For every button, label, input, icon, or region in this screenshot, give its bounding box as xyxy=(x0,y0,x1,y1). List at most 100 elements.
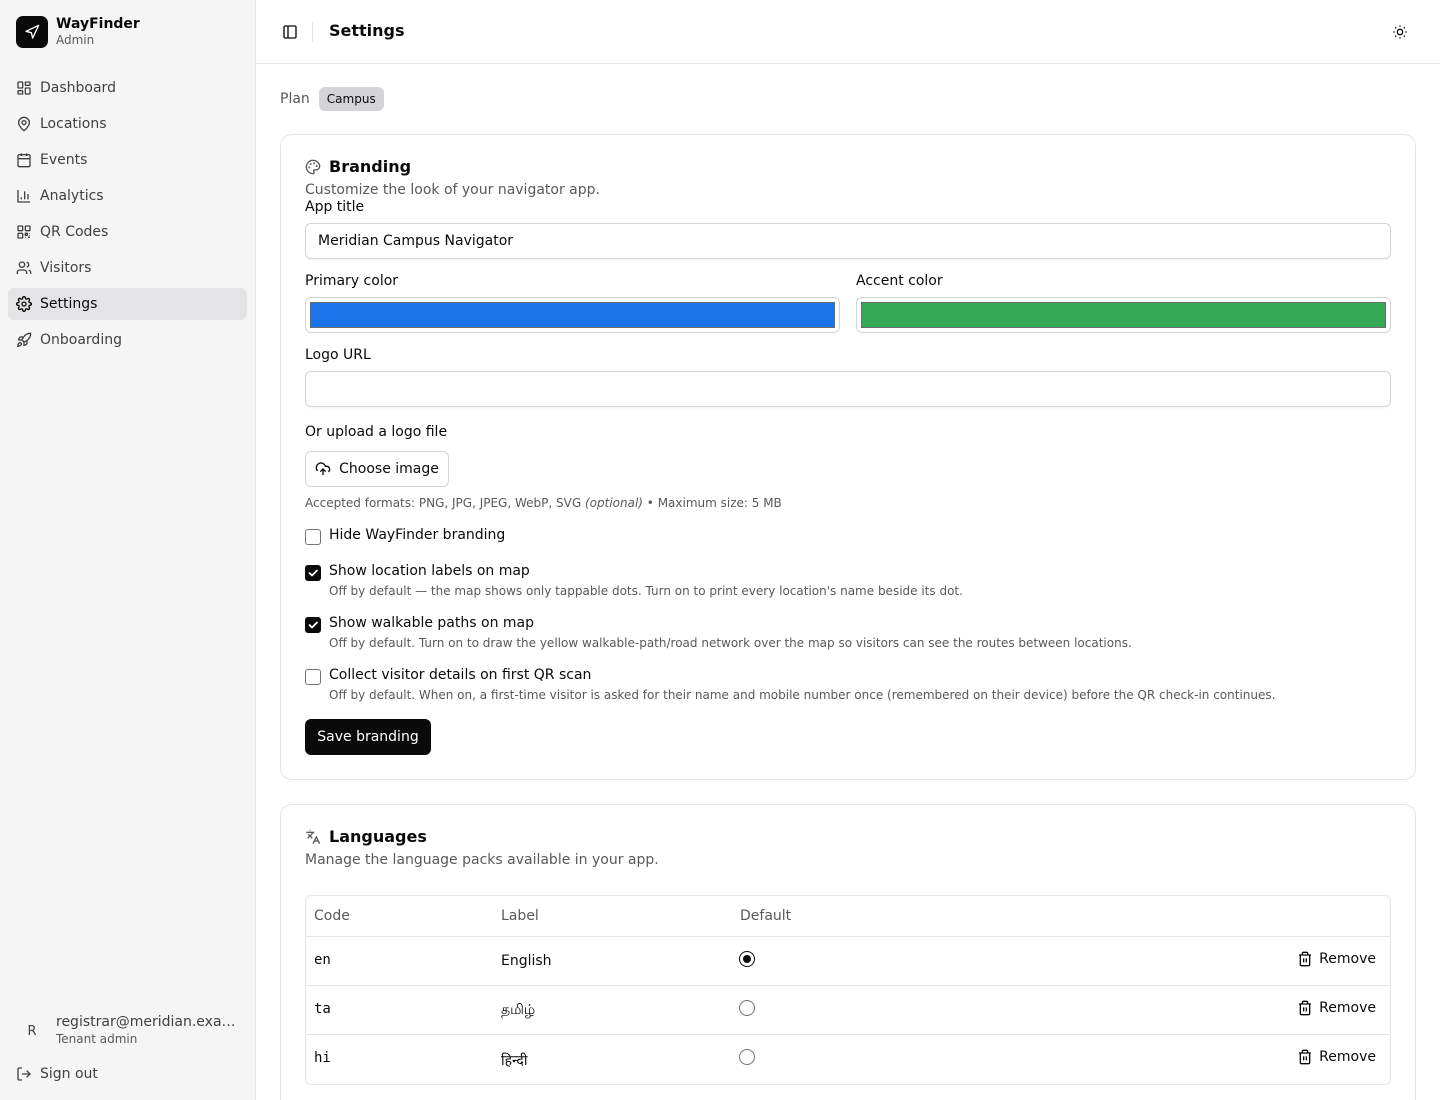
bar-chart-icon xyxy=(17,190,30,203)
remove-label: Remove xyxy=(1319,951,1376,967)
sidebar-item-events[interactable]: Events xyxy=(8,144,247,176)
language-code: ta xyxy=(314,1001,331,1017)
sidebar-item-label: Onboarding xyxy=(40,332,122,348)
languages-description: Manage the language packs available in y… xyxy=(305,852,659,868)
location-labels-checkbox[interactable] xyxy=(305,565,321,581)
sidebar-item-qr-codes[interactable]: QR Codes xyxy=(8,216,247,248)
sign-out-label: Sign out xyxy=(40,1066,98,1082)
default-radio[interactable] xyxy=(739,951,755,967)
page-title: Settings xyxy=(329,21,405,40)
trash-icon xyxy=(1299,951,1312,967)
primary-color-picker[interactable] xyxy=(305,297,840,333)
column-header-label: Label xyxy=(501,908,539,924)
remove-language-button[interactable]: Remove xyxy=(1297,1000,1376,1016)
gear-icon xyxy=(16,296,32,312)
remove-language-button[interactable]: Remove xyxy=(1297,951,1376,967)
sidebar-nav: Dashboard Locations Events Analytics QR … xyxy=(8,72,247,360)
log-out-icon xyxy=(17,1067,31,1081)
language-code: hi xyxy=(314,1050,331,1066)
save-branding-button[interactable]: Save branding xyxy=(305,719,431,755)
sidebar-item-label: Settings xyxy=(40,296,98,312)
table-row: hi हिन्दी Remove xyxy=(306,1035,1390,1084)
table-header-row: Code Label Default xyxy=(306,896,1390,937)
upload-help-text: Accepted formats: PNG, JPG, JPEG, WebP, … xyxy=(305,496,782,510)
collect-visitor-checkbox[interactable] xyxy=(305,669,321,685)
walkable-paths-help: Off by default. Turn on to draw the yell… xyxy=(329,636,1132,650)
accent-color-label: Accent color xyxy=(856,273,943,289)
location-labels-help: Off by default — the map shows only tapp… xyxy=(329,584,963,598)
column-header-code: Code xyxy=(314,908,350,924)
default-radio[interactable] xyxy=(739,1049,755,1065)
app-title-input[interactable] xyxy=(305,223,1391,259)
navigation-arrow-icon xyxy=(16,16,48,48)
calendar-icon xyxy=(17,153,31,168)
user-menu[interactable]: R registrar@meridian.example.edu Tenant … xyxy=(16,1014,242,1048)
branding-title: Branding xyxy=(305,157,411,176)
max-size-text: • Maximum size: 5 MB xyxy=(646,496,782,510)
sidebar-item-label: Locations xyxy=(40,116,107,132)
app-role: Admin xyxy=(56,33,95,47)
accent-color-picker[interactable] xyxy=(856,297,1391,333)
sidebar-item-dashboard[interactable]: Dashboard xyxy=(8,72,247,104)
walkable-paths-label: Show walkable paths on map xyxy=(329,615,534,631)
default-radio[interactable] xyxy=(739,1000,755,1016)
sidebar-item-settings[interactable]: Settings xyxy=(8,288,247,320)
sidebar-toggle-button[interactable] xyxy=(280,20,300,44)
sidebar-item-analytics[interactable]: Analytics xyxy=(8,180,247,212)
collect-visitor-label: Collect visitor details on first QR scan xyxy=(329,667,592,683)
language-code: en xyxy=(314,952,331,968)
formats-text: Accepted formats: PNG, JPG, JPEG, WebP, … xyxy=(305,496,582,510)
theme-toggle-button[interactable] xyxy=(1390,22,1410,42)
rocket-icon xyxy=(16,332,32,348)
trash-icon xyxy=(1299,1000,1312,1016)
column-header-default: Default xyxy=(740,908,792,924)
languages-title: Languages xyxy=(305,827,427,846)
hide-branding-label: Hide WayFinder branding xyxy=(329,527,506,543)
hide-branding-checkbox[interactable] xyxy=(305,529,321,545)
sidebar-item-onboarding[interactable]: Onboarding xyxy=(8,324,247,356)
sidebar-item-locations[interactable]: Locations xyxy=(8,108,247,140)
user-email: registrar@meridian.example.edu xyxy=(56,1014,236,1030)
dashboard-icon xyxy=(17,81,31,95)
remove-language-button[interactable]: Remove xyxy=(1297,1049,1376,1065)
panel-left-icon xyxy=(283,25,297,39)
palette-icon xyxy=(305,159,321,174)
sun-icon xyxy=(1393,25,1407,39)
avatar: R xyxy=(27,1023,37,1039)
brand[interactable]: WayFinder Admin xyxy=(16,16,140,48)
app-name: WayFinder xyxy=(56,16,140,32)
table-row: ta தமிழ் Remove xyxy=(306,986,1390,1035)
users-icon xyxy=(16,261,32,274)
qr-code-icon xyxy=(17,225,31,239)
trash-icon xyxy=(1299,1049,1312,1065)
sidebar-item-visitors[interactable]: Visitors xyxy=(8,252,247,284)
languages-title-text: Languages xyxy=(329,827,427,846)
upload-logo-label: Or upload a logo file xyxy=(305,424,448,440)
app-title-label: App title xyxy=(305,199,365,215)
walkable-paths-checkbox[interactable] xyxy=(305,617,321,633)
languages-table: Code Label Default en English Remove ta … xyxy=(305,895,1391,1085)
plan-label: Plan xyxy=(280,91,310,107)
accent-color-swatch xyxy=(861,302,1386,328)
choose-image-label: Choose image xyxy=(339,461,439,477)
languages-icon xyxy=(306,829,321,844)
map-pin-icon xyxy=(17,116,31,132)
branding-description: Customize the look of your navigator app… xyxy=(305,182,600,198)
logo-url-label: Logo URL xyxy=(305,347,371,363)
sidebar: WayFinder Admin Dashboard Locations Even… xyxy=(0,0,256,1100)
branding-title-text: Branding xyxy=(329,157,412,176)
collect-visitor-help: Off by default. When on, a first-time vi… xyxy=(329,688,1276,702)
optional-text: (optional) xyxy=(584,496,643,510)
language-label: हिन्दी xyxy=(501,1053,528,1069)
branding-card: Branding Customize the look of your navi… xyxy=(280,134,1416,780)
sidebar-item-label: Visitors xyxy=(40,260,92,276)
language-label: தமிழ் xyxy=(501,1002,536,1018)
choose-image-button[interactable]: Choose image xyxy=(305,451,449,487)
remove-label: Remove xyxy=(1319,1000,1376,1016)
logo-url-input[interactable] xyxy=(305,371,1391,407)
sign-out-button[interactable]: Sign out xyxy=(16,1066,98,1082)
sidebar-item-label: Events xyxy=(40,152,88,168)
language-label: English xyxy=(501,953,552,969)
languages-card: Languages Manage the language packs avai… xyxy=(280,804,1416,1100)
sidebar-item-label: QR Codes xyxy=(40,224,109,240)
